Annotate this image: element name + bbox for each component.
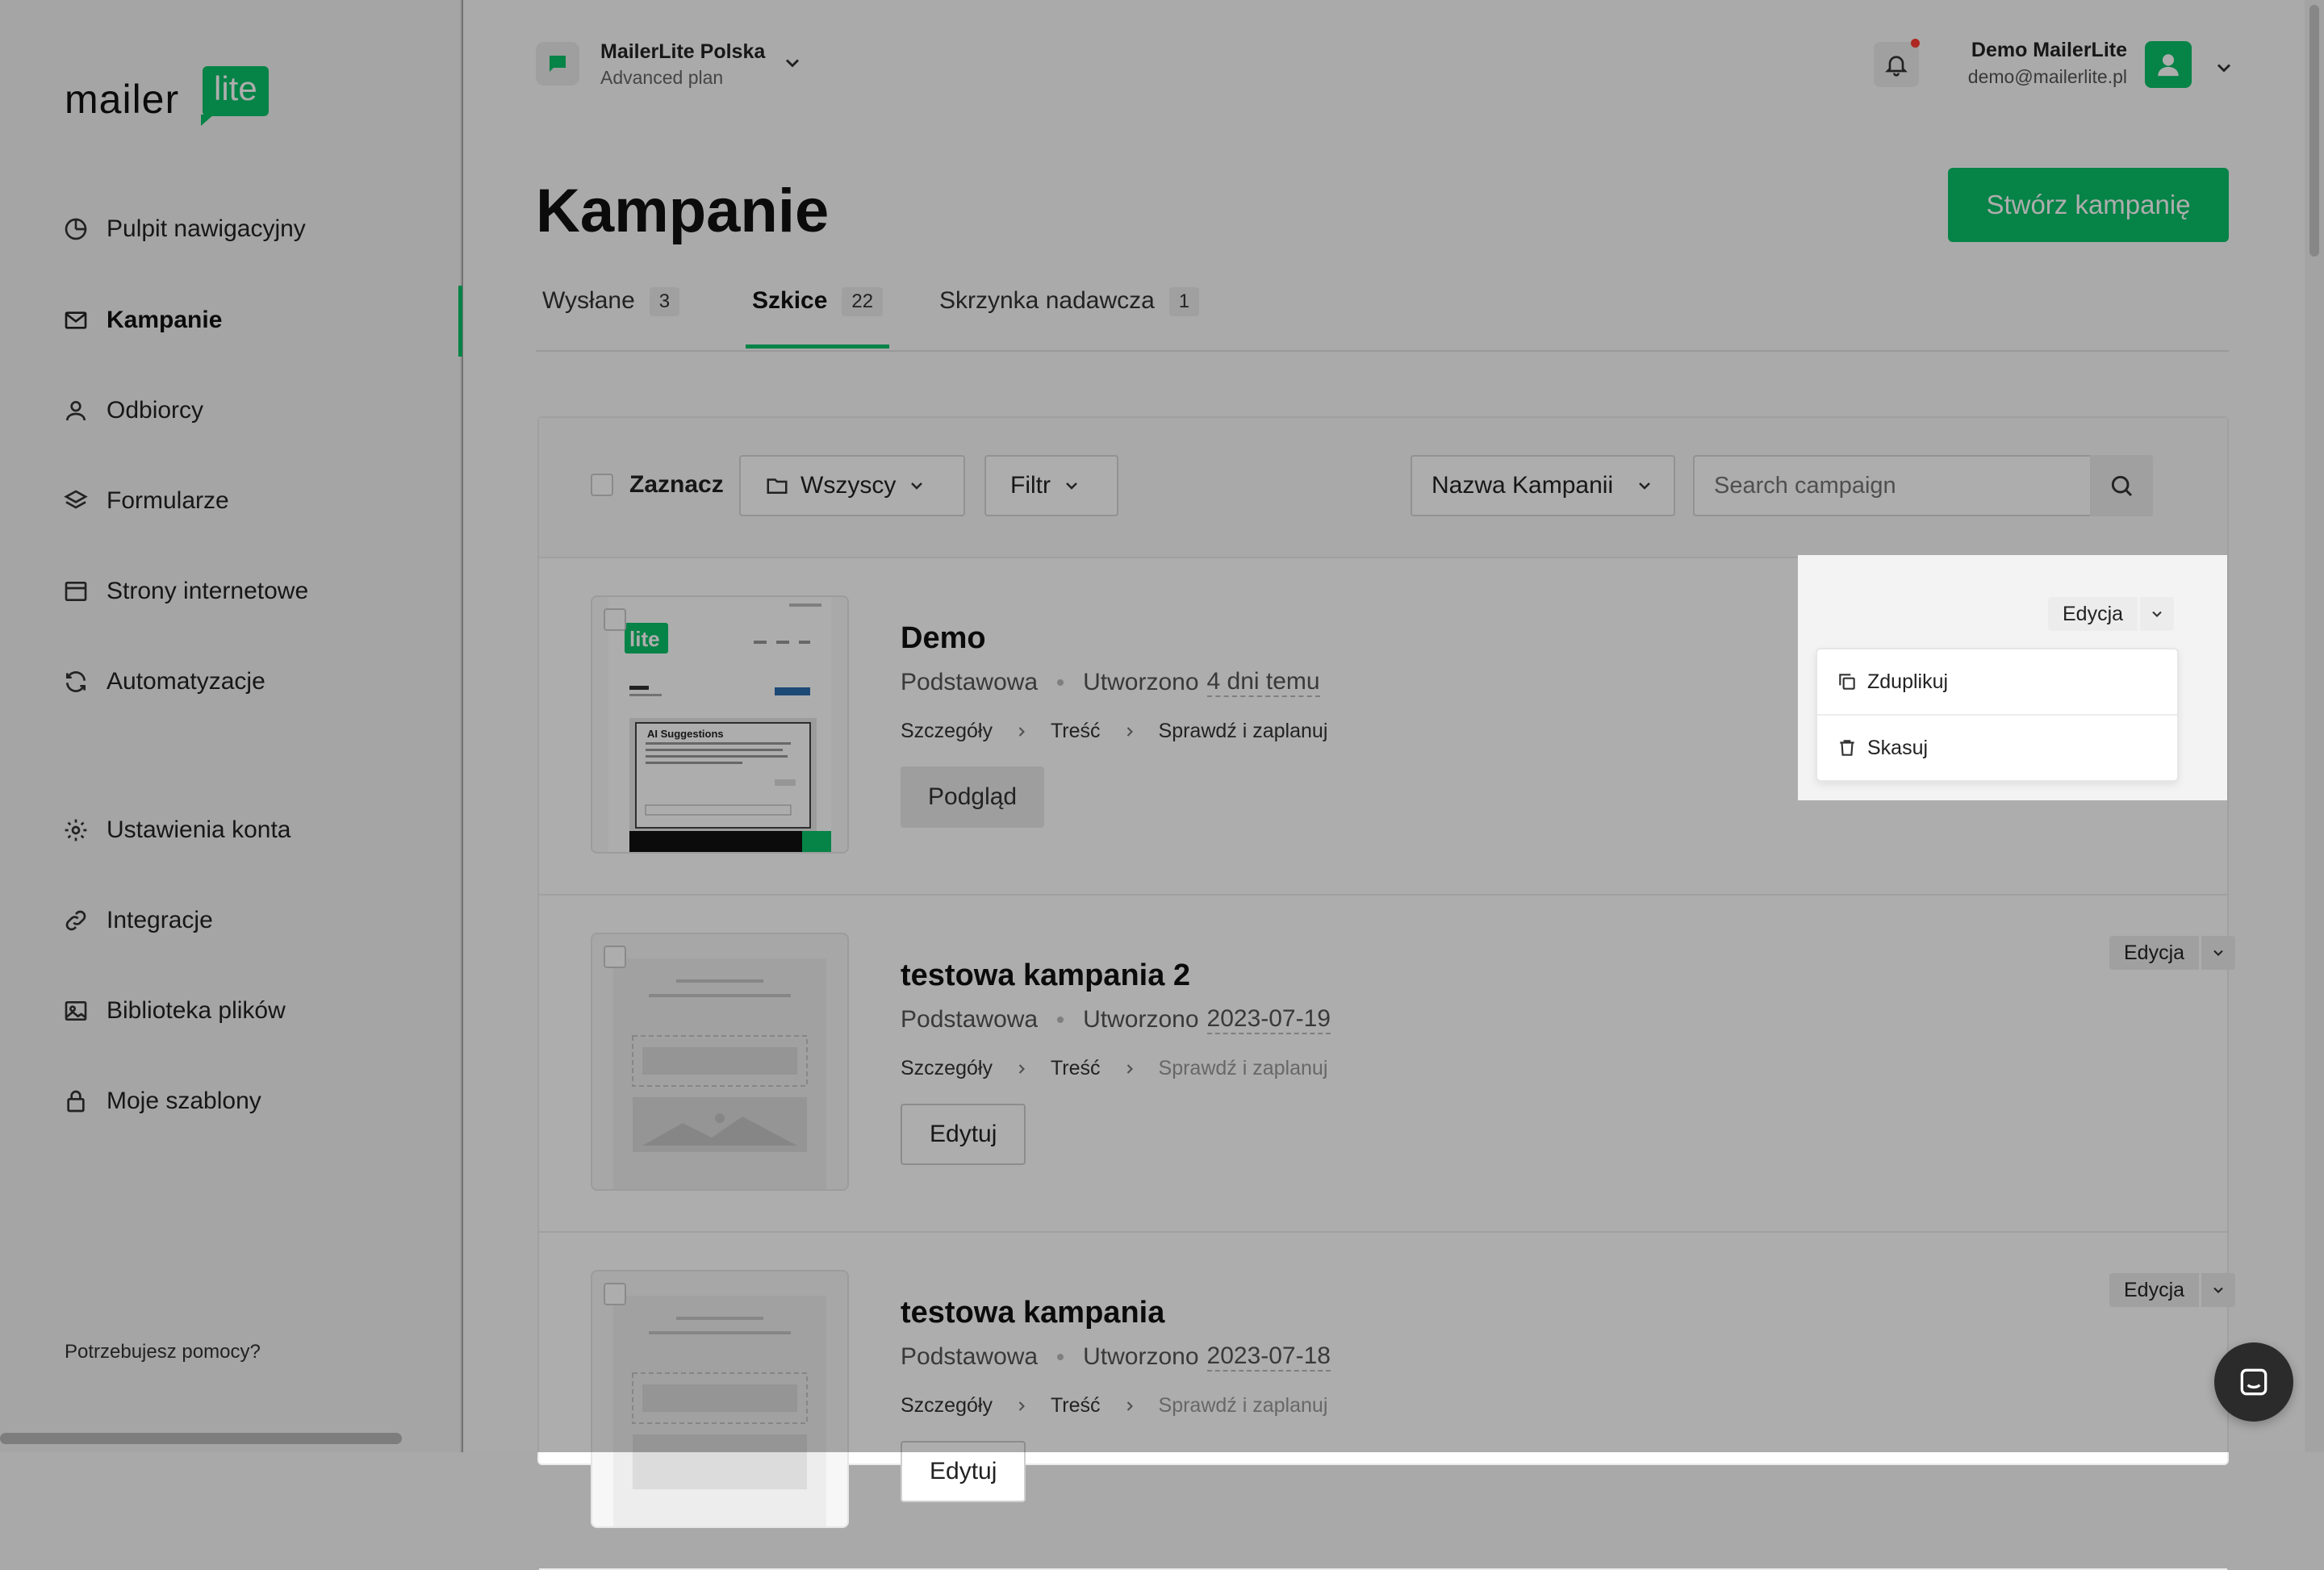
menu-item-label: Skasuj bbox=[1867, 736, 1929, 759]
duplicate-menu-item[interactable]: Zduplikuj bbox=[1817, 649, 2177, 714]
menu-item-label: Zduplikuj bbox=[1867, 670, 1949, 693]
row-actions-popup: Edycja Zduplikuj Skasuj bbox=[1798, 555, 2227, 800]
chat-support-button[interactable] bbox=[2214, 1342, 2293, 1422]
actions-menu: Zduplikuj Skasuj bbox=[1816, 648, 2179, 782]
row-edit-actions: Edycja bbox=[2048, 597, 2175, 631]
delete-menu-item[interactable]: Skasuj bbox=[1817, 714, 2177, 780]
edit-menu-toggle[interactable] bbox=[2140, 597, 2175, 631]
chevron-down-icon bbox=[2152, 611, 2162, 617]
chat-icon bbox=[2240, 1368, 2268, 1396]
edit-button[interactable]: Edycja bbox=[2048, 597, 2138, 631]
trash-icon bbox=[1840, 740, 1854, 756]
copy-icon bbox=[1839, 674, 1855, 690]
